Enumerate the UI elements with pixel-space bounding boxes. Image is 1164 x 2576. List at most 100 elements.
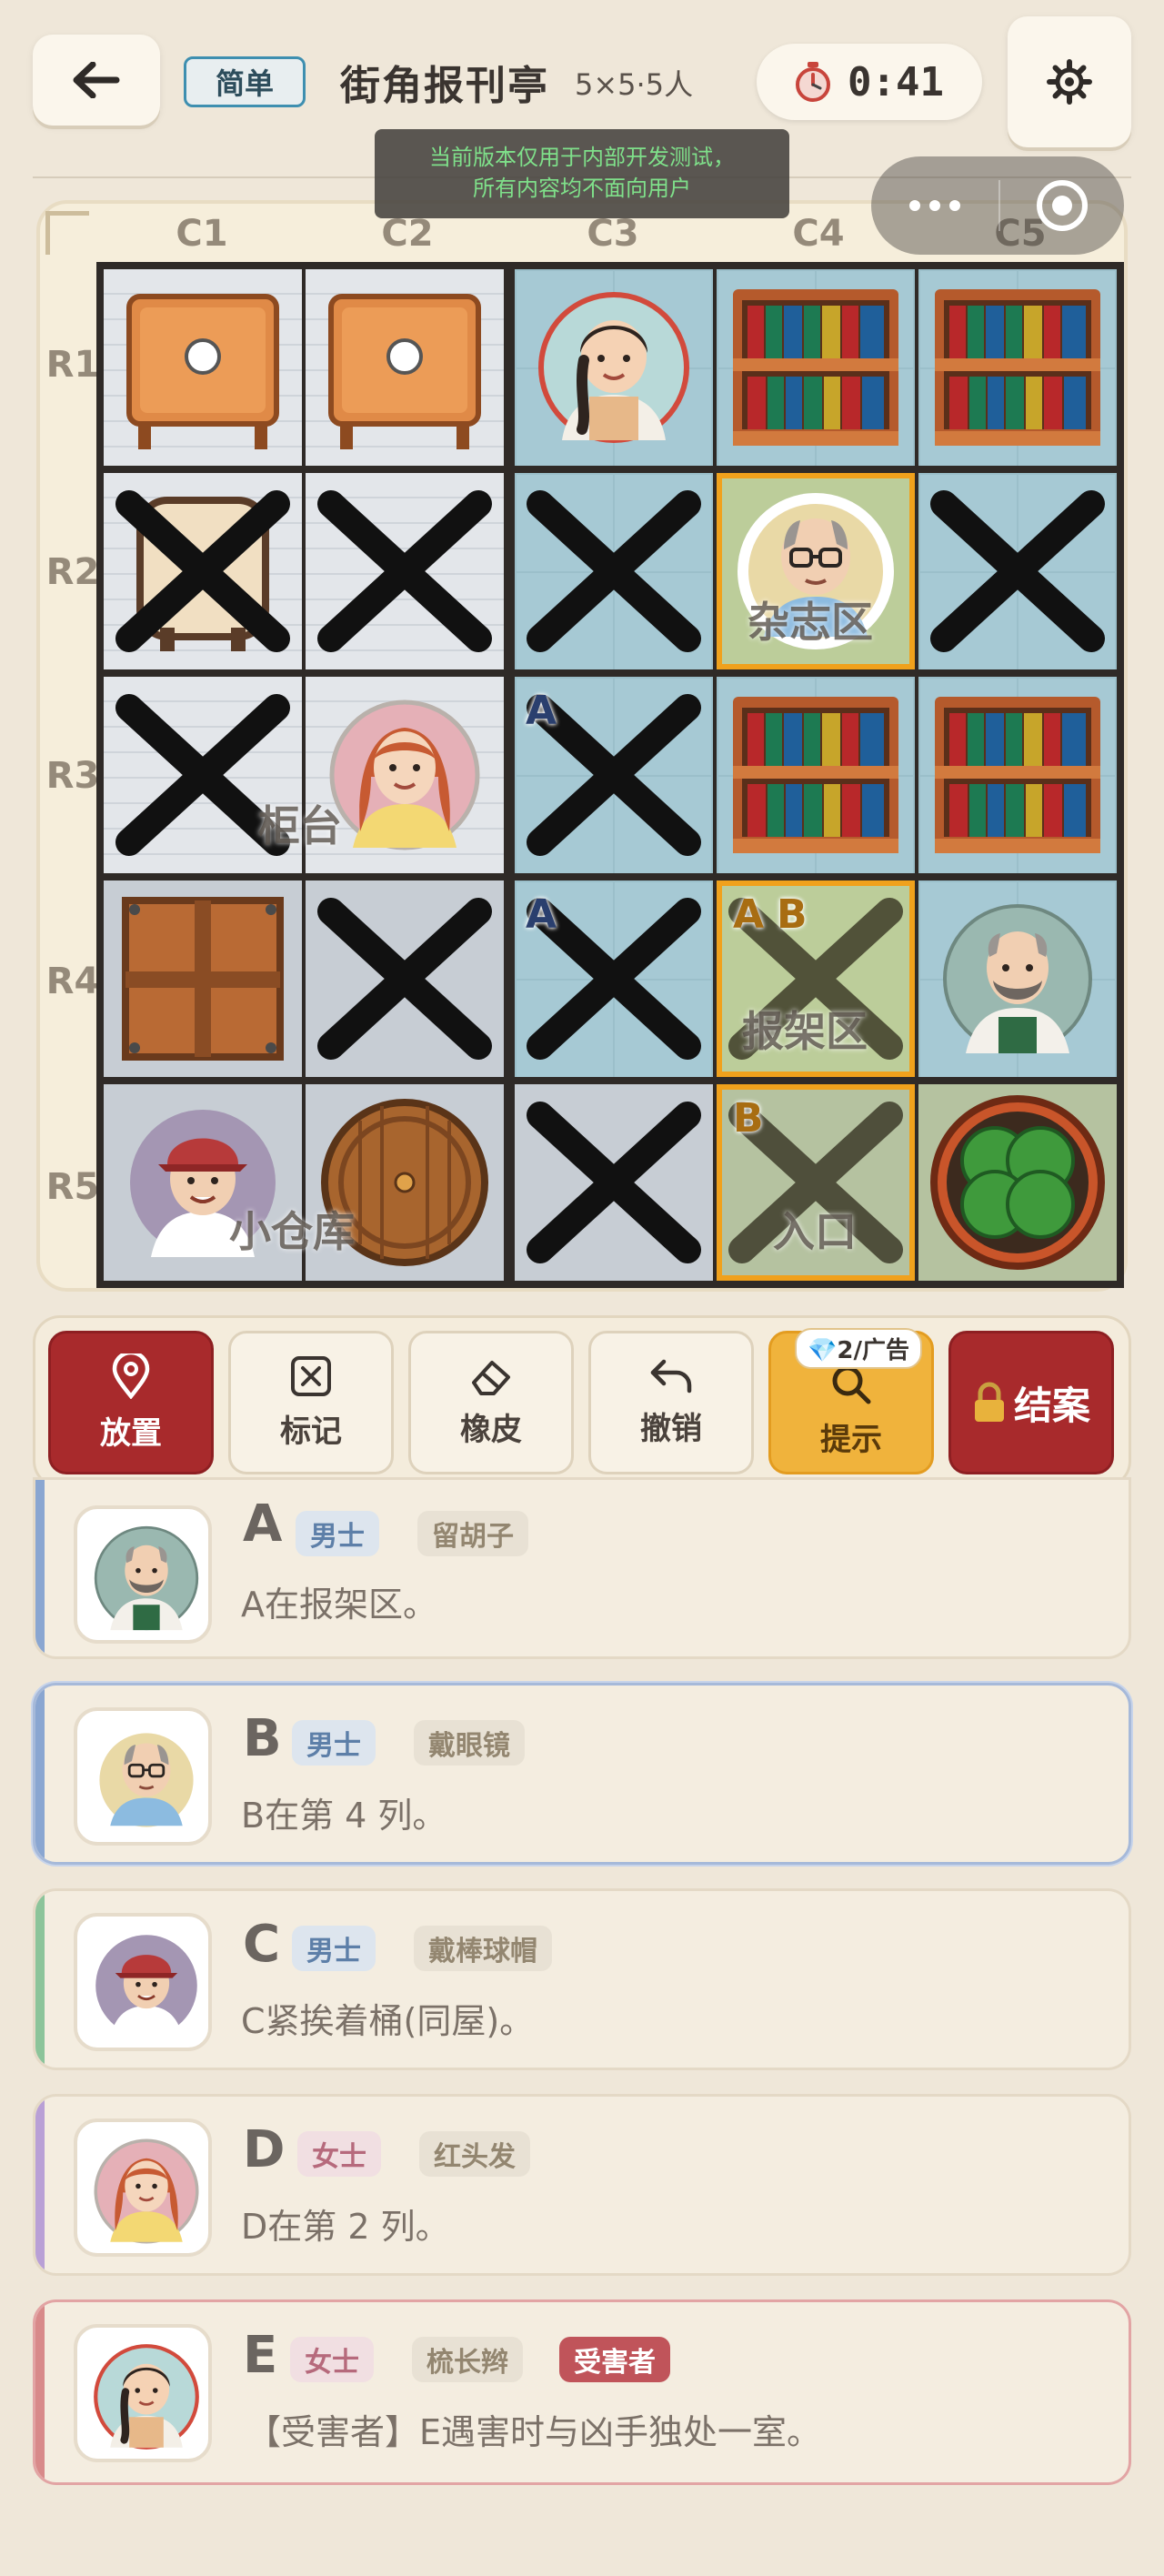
cell-r1-c3[interactable] [515, 269, 713, 466]
bookshelf-icon [717, 677, 915, 873]
x-mark-icon [306, 880, 504, 1077]
puzzle-title: 街角报刊亭 [340, 63, 549, 109]
cell-r4-c2[interactable] [306, 880, 504, 1077]
cell-r1-c5[interactable] [918, 269, 1117, 466]
dev-notice-toast: 当前版本仅用于内部开发测试， 所有内容均不面向用户 [375, 129, 789, 218]
hint-label: 提示 [820, 1421, 882, 1458]
braid-woman-avatar-icon [77, 2328, 212, 2462]
hint-cost-badge: 💎2/广告 [795, 1328, 922, 1369]
clue-text: D在第 2 列。 [241, 2207, 450, 2247]
miniprogram-capsule [871, 156, 1124, 255]
map-pin-icon [112, 1353, 150, 1399]
cell-candidate-b: B [733, 1095, 764, 1142]
stopwatch-icon [796, 62, 830, 102]
x-mark-icon [306, 473, 504, 669]
cell-r3-c5[interactable] [918, 677, 1117, 873]
suspect-card-b[interactable]: B 男士 戴眼镜 B在第 4 列。 [33, 1683, 1131, 1865]
zone-label-rack: 报架区 [742, 1007, 868, 1056]
suspect-card-d[interactable]: D 女士 红头发 D在第 2 列。 [33, 2094, 1131, 2276]
place-tool-label: 放置 [100, 1414, 162, 1452]
cell-r4-c5[interactable] [918, 880, 1117, 1077]
eraser-icon [472, 1360, 510, 1395]
clue-text: C紧挨着桶(同屋)。 [241, 2001, 535, 2041]
zone-label-entrance: 入口 [773, 1207, 857, 1256]
x-box-icon [291, 1355, 331, 1396]
cell-r1-c2[interactable] [306, 269, 504, 466]
zone-label-storage: 小仓库 [229, 1207, 355, 1256]
row-label-r5: R5 [45, 1166, 100, 1208]
plant-pot-icon [930, 1095, 1105, 1270]
gender-tag: 男士 [296, 1511, 379, 1556]
x-mark-icon [515, 1084, 713, 1281]
x-mark-icon [515, 473, 713, 669]
suspect-letter: E [243, 2326, 278, 2385]
timer: 0:41 [757, 44, 982, 120]
suspect-card-a[interactable]: A 男士 留胡子 A在报架区。 [33, 1477, 1131, 1659]
place-tool-button[interactable]: 放置 [48, 1331, 214, 1474]
col-label-c1: C1 [176, 213, 228, 255]
cell-r3-c4[interactable] [717, 677, 915, 873]
timer-value: 0:41 [848, 58, 944, 106]
target-icon [1037, 180, 1088, 231]
close-miniprogram-button[interactable] [1000, 178, 1124, 233]
gear-icon [1047, 59, 1092, 105]
gender-tag: 女士 [290, 2337, 374, 2382]
cell-r1-c4[interactable] [717, 269, 915, 466]
table-icon [306, 269, 504, 466]
solve-case-button[interactable]: 结案 [948, 1331, 1114, 1474]
clue-text: A在报架区。 [241, 1585, 437, 1625]
dev-notice-line1: 当前版本仅用于内部开发测试， [429, 145, 735, 170]
x-mark-icon [918, 473, 1117, 669]
undo-arrow-icon [650, 1359, 692, 1393]
victim-tag: 受害者 [559, 2337, 670, 2382]
row-label-r3: R3 [45, 755, 100, 797]
cell-r1-c1[interactable] [104, 269, 302, 466]
arrow-left-icon [73, 62, 120, 98]
cell-candidate-a: A [733, 891, 765, 938]
cell-r2-c1[interactable] [104, 473, 302, 669]
hint-button[interactable]: 💎2/广告 提示 [768, 1328, 934, 1474]
suspect-letter: C [243, 1915, 281, 1974]
undo-button[interactable]: 撤销 [588, 1331, 754, 1474]
trait-tag: 梳长辫 [412, 2337, 523, 2382]
avatar [74, 1913, 212, 2051]
bookshelf-icon [717, 269, 915, 466]
trait-tag: 戴棒球帽 [414, 1926, 552, 1971]
table-icon [104, 269, 302, 466]
cell-r5-c5[interactable] [918, 1084, 1117, 1281]
puzzle-grid: A A A B B 柜台 杂志区 报架区 小仓库 入口 [96, 262, 1124, 1288]
cell-r4-c3[interactable]: A [515, 880, 713, 1077]
cell-r4-c1[interactable] [104, 880, 302, 1077]
eraser-tool-button[interactable]: 橡皮 [408, 1331, 574, 1474]
suspect-letter: A [243, 1494, 283, 1554]
suspect-card-c[interactable]: C 男士 戴棒球帽 C紧挨着桶(同屋)。 [33, 1888, 1131, 2070]
cell-r2-c2[interactable] [306, 473, 504, 669]
back-button[interactable] [33, 35, 160, 126]
zone-label-magazine: 杂志区 [748, 598, 873, 647]
gender-tag: 女士 [297, 2131, 381, 2177]
avatar [74, 2118, 212, 2257]
col-label-c2: C2 [381, 213, 434, 255]
trait-tag: 留胡子 [417, 1511, 528, 1556]
more-dots-icon [909, 200, 920, 211]
solve-case-label: 结案 [1013, 1383, 1090, 1428]
redhair-woman-avatar-icon [77, 2122, 212, 2257]
cell-r5-c3[interactable] [515, 1084, 713, 1281]
clue-text: 【受害者】E遇害时与凶手独处一室。 [246, 2412, 822, 2452]
eraser-tool-label: 橡皮 [460, 1411, 522, 1448]
bearded-man-avatar-icon [77, 1509, 212, 1644]
cell-r2-c3[interactable] [515, 473, 713, 669]
cell-r2-c5[interactable] [918, 473, 1117, 669]
settings-button[interactable] [1008, 16, 1131, 147]
bookshelf-icon [918, 677, 1117, 873]
row-label-r4: R4 [45, 961, 100, 1002]
bookshelf-icon [918, 269, 1117, 466]
more-menu-button[interactable] [871, 200, 998, 211]
cell-candidate-a: A [526, 688, 557, 734]
dev-notice-line2: 所有内容均不面向用户 [473, 176, 691, 201]
suspect-card-e[interactable]: E 女士 梳长辫 受害者 【受害者】E遇害时与凶手独处一室。 [33, 2299, 1131, 2485]
mark-tool-button[interactable]: 标记 [228, 1331, 394, 1474]
avatar [74, 2324, 212, 2462]
cell-r3-c3[interactable]: A [515, 677, 713, 873]
undo-label: 撤销 [640, 1410, 702, 1447]
